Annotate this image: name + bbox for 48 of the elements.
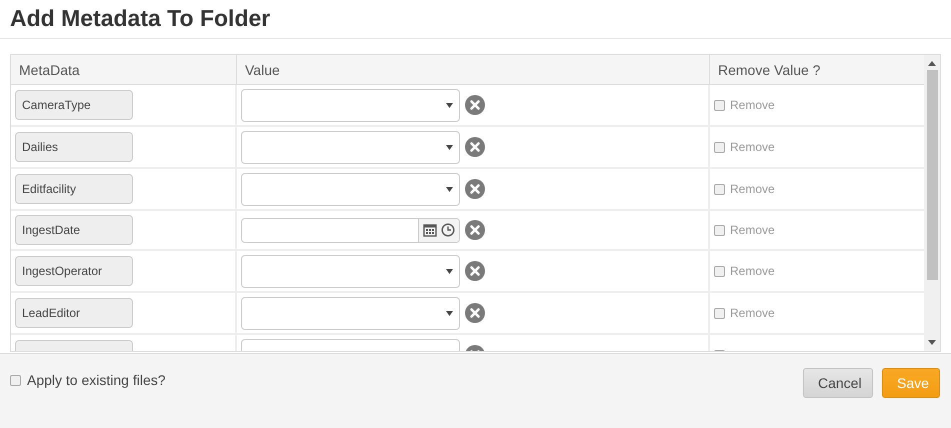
metadata-name-field: CameraType: [15, 90, 133, 120]
value-dropdown[interactable]: [241, 130, 460, 164]
metadata-name-field: LeadEditor: [15, 298, 133, 328]
metadata-name-field: IngestDate: [15, 215, 133, 245]
caret-icon: [446, 144, 453, 150]
remove-checkbox[interactable]: [714, 308, 725, 318]
remove-checkbox[interactable]: [714, 142, 725, 152]
value-dropdown[interactable]: [241, 296, 460, 330]
clear-icon[interactable]: [465, 261, 485, 281]
remove-checkbox[interactable]: [714, 100, 725, 110]
scrollbar-thumb[interactable]: [926, 70, 938, 280]
remove-label: Remove: [730, 306, 775, 320]
remove-checkbox[interactable]: [714, 184, 725, 194]
clear-icon[interactable]: [465, 95, 485, 115]
column-header: Value: [237, 55, 710, 84]
scrollbar[interactable]: [924, 55, 940, 351]
clock-icon[interactable]: [441, 223, 455, 237]
value-dropdown[interactable]: [241, 254, 460, 288]
column-header: Remove Value ?: [717, 61, 822, 80]
cancel-button[interactable]: Cancel: [803, 368, 873, 398]
clear-icon[interactable]: [465, 179, 485, 199]
metadata-name-field: Dailies: [15, 132, 133, 162]
remove-label: Remove: [730, 98, 775, 112]
date-time-field[interactable]: [241, 218, 460, 242]
remove-label: Remove: [730, 140, 775, 154]
scroll-up-icon[interactable]: [928, 61, 936, 66]
metadata-name-field: Editfacility: [15, 174, 133, 204]
column-header: MetaData: [11, 55, 237, 84]
caret-icon: [446, 186, 453, 192]
clear-icon[interactable]: [465, 303, 485, 323]
apply-checkbox[interactable]: [10, 375, 21, 386]
value-dropdown[interactable]: [241, 88, 460, 122]
remove-label: Remove: [730, 223, 775, 237]
scroll-down-icon[interactable]: [928, 340, 936, 345]
dialog-title: Add Metadata To Folder: [0, 0, 951, 39]
caret-icon: [446, 310, 453, 316]
remove-label: Remove: [730, 264, 775, 278]
caret-icon: [446, 268, 453, 274]
apply-label: Apply to existing files?: [27, 372, 166, 388]
remove-checkbox[interactable]: [714, 266, 725, 276]
clear-icon[interactable]: [465, 137, 485, 157]
clear-icon[interactable]: [465, 220, 485, 240]
value-dropdown[interactable]: [241, 172, 460, 206]
remove-label: Remove: [730, 182, 775, 196]
calendar-icon[interactable]: [423, 223, 437, 237]
metadata-name-field: IngestOperator: [15, 256, 133, 286]
caret-icon: [446, 102, 453, 108]
remove-checkbox[interactable]: [714, 224, 725, 236]
